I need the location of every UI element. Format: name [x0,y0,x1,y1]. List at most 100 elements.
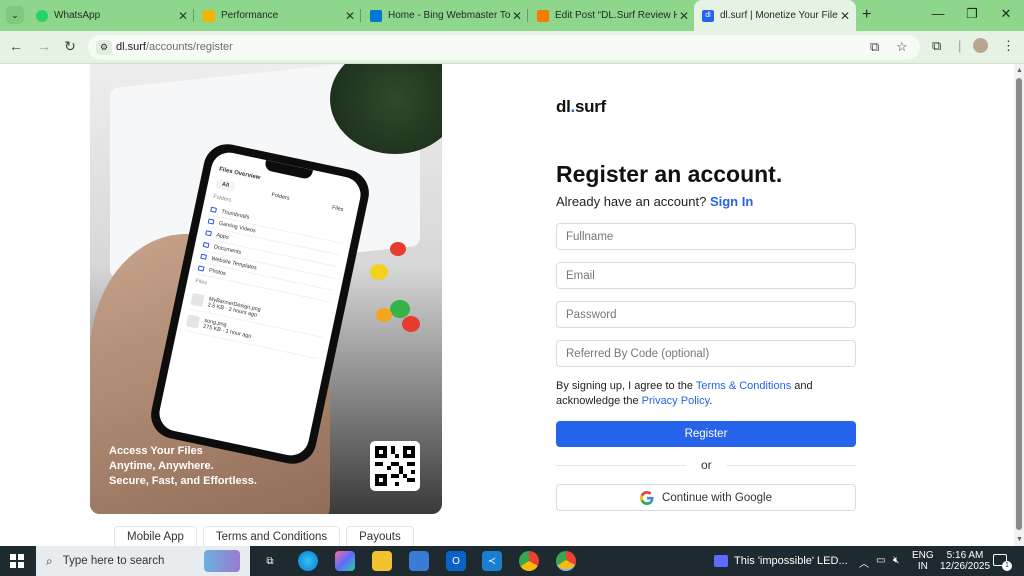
or-label: or [699,458,714,472]
copilot-icon[interactable] [335,551,355,571]
taskbar: ⌕ Type here to search ⧉ O ≺ This 'imposs… [0,546,1024,576]
referral-code-field[interactable] [556,340,856,367]
divider-line [556,465,686,466]
notification-count: 1 [1002,561,1012,571]
phone-file-time: 1 hour ago [224,327,252,340]
hero-caption-line: Access Your Files [109,445,203,457]
outlook-icon[interactable]: O [446,551,466,571]
candy-decoration [376,308,392,322]
google-button-label: Continue with Google [662,491,772,504]
folder-icon [210,206,218,213]
scrollbar-thumb[interactable] [1016,78,1022,530]
phone-folder-name: Apps [215,231,230,241]
signin-prompt: Already have an account? Sign In [556,194,753,209]
microsoft-store-icon[interactable] [409,551,429,571]
extensions-icon[interactable]: ⧉ [932,38,941,54]
tab-edit-post[interactable]: Edit Post “DL.Surf Review Ho ✕ [533,0,691,31]
terms-link[interactable]: Terms & Conditions [696,380,791,392]
hero-caption-line: Anytime, Anywhere. [109,460,214,472]
new-tab-button[interactable]: + [862,6,871,24]
tab-bing-webmaster[interactable]: Home - Bing Webmaster Too ✕ [366,0,524,31]
candy-decoration [402,316,420,332]
news-widget[interactable]: This 'impossible' LED... [714,555,848,567]
tab-whatsapp[interactable]: WhatsApp ✕ [32,0,190,31]
brand-logo[interactable]: dl.surf [556,97,606,117]
continue-with-google-button[interactable]: Continue with Google [556,484,856,511]
tab-title: WhatsApp [54,10,101,21]
address-bar[interactable]: ⚙ dl.surf/accounts/register ⧉ ☆ [88,35,920,60]
page-scrollbar[interactable]: ▲ ▼ [1014,64,1024,546]
terms-agreement: By signing up, I agree to the Terms & Co… [556,379,856,409]
folder-icon [207,218,215,225]
register-button[interactable]: Register [556,421,856,447]
back-button[interactable]: ← [7,38,25,54]
taskbar-search-placeholder: Type here to search [62,555,165,567]
windows-start-icon[interactable] [10,554,24,568]
toolbar-divider: | [958,38,962,53]
region-code: IN [917,561,928,572]
profile-avatar[interactable] [973,38,988,53]
clock-date: 12/26/2025 [940,561,991,572]
brand-logo-main: dl [556,97,571,116]
hero-caption-line: Secure, Fast, and Effortless. [109,475,257,487]
google-icon [640,490,654,505]
dl-surf-favicon-icon: dl [702,9,714,22]
analytics-icon [203,9,215,22]
chrome-icon[interactable] [519,551,539,571]
tab-close-icon[interactable]: ✕ [838,9,852,23]
tray-expand-icon[interactable]: ︿ [859,555,869,570]
folder-icon [205,230,213,237]
scroll-up-arrow-icon[interactable]: ▲ [1016,67,1023,74]
hero-caption: Access Your Files Anytime, Anywhere. Sec… [109,444,257,489]
mobile-app-link[interactable]: Mobile App [114,526,197,546]
close-window-button[interactable]: ✕ [996,6,1016,22]
reload-button[interactable]: ↻ [61,38,79,55]
tab-close-icon[interactable]: ✕ [343,9,357,23]
vscode-icon[interactable]: ≺ [482,551,502,571]
terms-text: . [709,395,713,407]
tab-close-icon[interactable]: ✕ [510,9,524,23]
battery-icon[interactable]: ▭ [876,555,885,566]
fullname-field[interactable] [556,223,856,250]
bookmark-star-icon[interactable]: ☆ [896,39,908,55]
tab-performance[interactable]: Performance ✕ [199,0,357,31]
candy-decoration [370,264,388,280]
system-clock[interactable]: 5:16 AM 12/26/2025 [940,550,990,572]
file-explorer-icon[interactable] [372,551,392,571]
tab-title: Edit Post “DL.Surf Review Ho [555,10,677,21]
notification-icon[interactable]: 1 [993,554,1012,571]
task-view-icon[interactable]: ⧉ [260,551,280,571]
site-info-icon[interactable]: ⚙ [96,40,112,55]
menu-kebab-icon[interactable]: ⋮ [1002,38,1015,54]
phone-tab-all: All [215,178,236,193]
password-field[interactable] [556,301,856,328]
minimize-button[interactable]: — [928,6,948,21]
qr-code-icon [370,441,420,491]
scroll-down-arrow-icon[interactable]: ▼ [1016,536,1023,543]
news-headline: This 'impossible' LED... [734,555,848,567]
privacy-policy-link[interactable]: Privacy Policy [642,395,710,407]
wordpress-avatar-icon [537,9,549,22]
taskbar-search-box[interactable]: ⌕ Type here to search [36,546,250,576]
tab-dl-surf[interactable]: dl dl.surf | Monetize Your Files ✕ [694,0,856,31]
chrome-active-icon[interactable] [556,551,576,571]
edge-icon[interactable] [298,551,318,571]
forward-button[interactable]: → [35,38,53,54]
folder-icon [197,265,205,272]
language-indicator[interactable]: ENG IN [912,550,934,572]
translate-icon[interactable]: ⧉ [870,39,879,55]
email-field[interactable] [556,262,856,289]
address-url: dl.surf/accounts/register [116,41,233,53]
restore-button[interactable]: ❐ [962,6,982,22]
tab-close-icon[interactable]: ✕ [677,9,691,23]
volume-muted-icon[interactable]: 🔇︎ [893,555,899,566]
tab-title: Home - Bing Webmaster Too [388,10,510,21]
page-content: Files Overview All Folders Files Folders… [0,64,1024,546]
payouts-link[interactable]: Payouts [346,526,414,546]
terms-and-conditions-link[interactable]: Terms and Conditions [202,526,341,546]
phone-folder-name: Photos [208,267,227,277]
terms-text: By signing up, I agree to the [556,380,693,392]
tab-search-button[interactable]: ⌄ [6,6,24,24]
tab-close-icon[interactable]: ✕ [176,9,190,23]
signin-link[interactable]: Sign In [710,194,753,209]
